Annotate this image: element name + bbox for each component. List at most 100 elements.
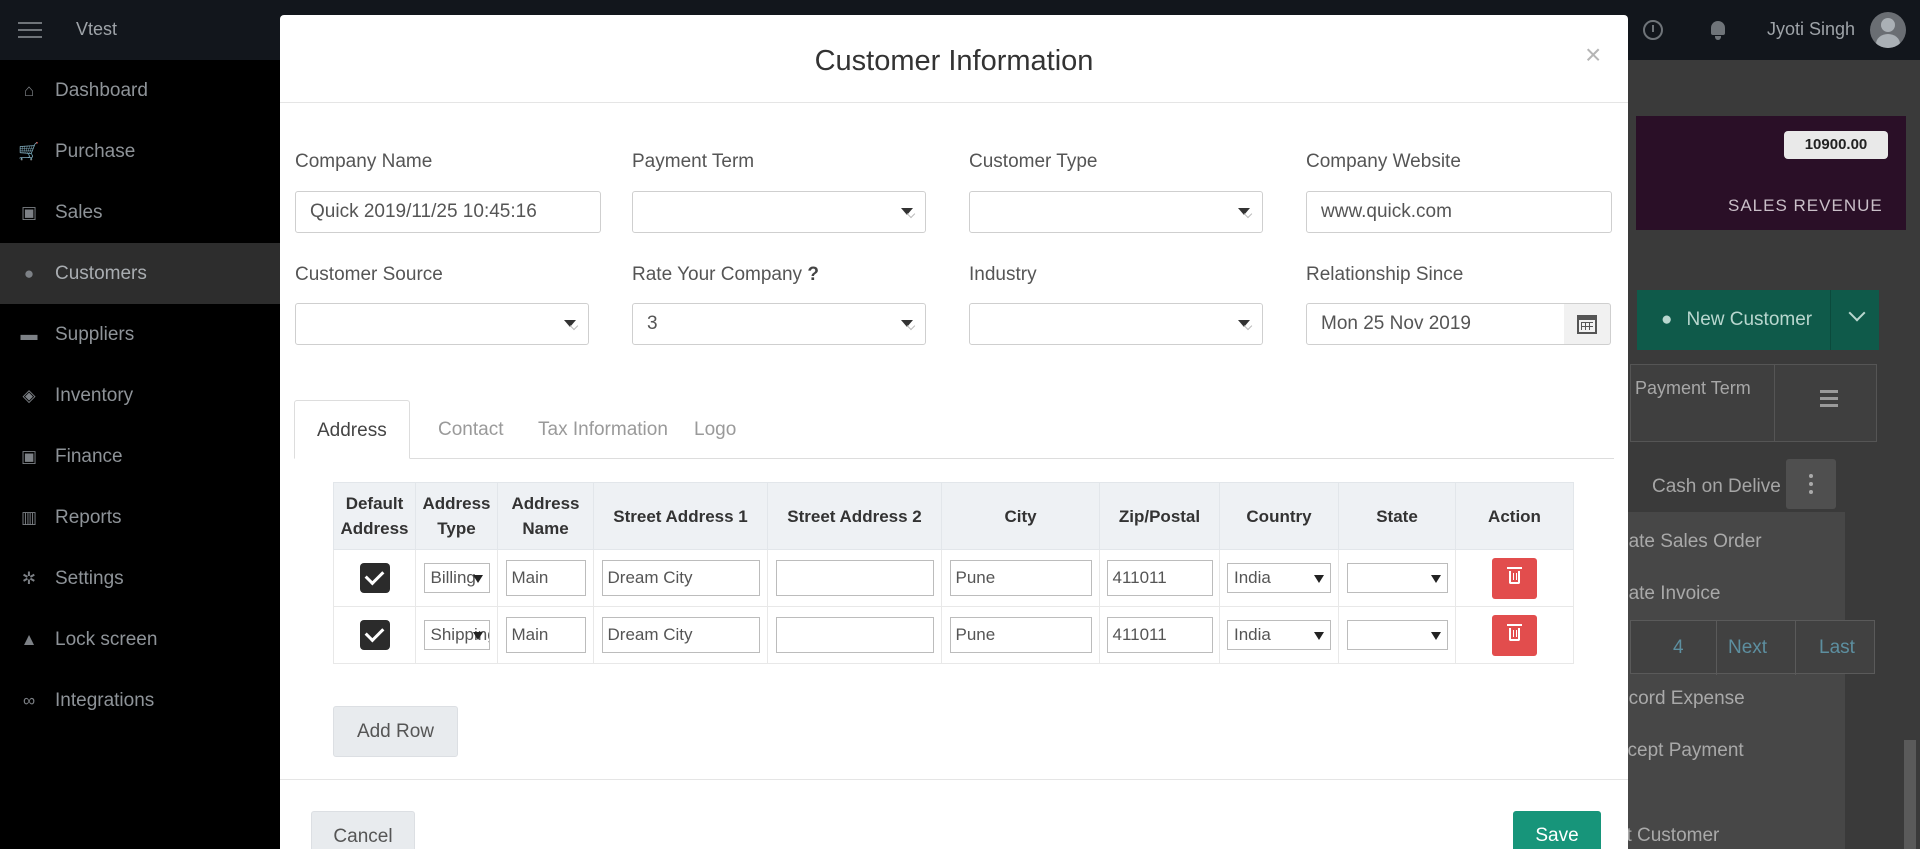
calendar-icon: [1577, 315, 1597, 334]
sidebar-item-purchase[interactable]: 🛒 Purchase: [0, 121, 280, 182]
address-name-input[interactable]: Main: [505, 617, 586, 653]
cancel-button[interactable]: Cancel: [311, 811, 415, 849]
country-select[interactable]: India: [1227, 563, 1331, 593]
city-input[interactable]: Pune: [949, 617, 1092, 653]
modal-header: Customer Information ×: [280, 15, 1628, 103]
col-address-name: Address Name: [497, 482, 594, 550]
sidebar-item-dashboard[interactable]: ⌂ Dashboard: [0, 60, 280, 121]
hamburger-menu-icon[interactable]: [18, 22, 42, 38]
cubes-icon: ◈: [22, 385, 36, 405]
new-customer-label: New Customer: [1686, 309, 1813, 330]
rate-company-select[interactable]: 3: [632, 303, 926, 345]
col-city: City: [941, 482, 1100, 550]
close-icon[interactable]: ×: [1585, 41, 1601, 69]
delete-row-button[interactable]: [1492, 614, 1537, 656]
help-icon[interactable]: ?: [807, 264, 819, 285]
calendar-button[interactable]: [1564, 303, 1611, 345]
sidebar-item-suppliers[interactable]: ▬ Suppliers: [0, 304, 280, 365]
industry-select[interactable]: [969, 303, 1263, 345]
default-address-checkbox[interactable]: [359, 563, 390, 593]
state-select[interactable]: [1346, 620, 1448, 650]
payment-term-select[interactable]: [632, 191, 926, 233]
sidebar-item-reports[interactable]: ▥ Reports: [0, 487, 280, 548]
address-type-select[interactable]: Billing: [423, 563, 490, 593]
sidebar-item-sales[interactable]: ▣ Sales: [0, 182, 280, 243]
sidebar-item-label: Integrations: [55, 689, 155, 711]
table-row: Shipping Main Dream City Pune 411011 Ind…: [333, 606, 1574, 664]
relationship-since-input[interactable]: Mon 25 Nov 2019: [1306, 303, 1565, 345]
bell-icon[interactable]: [1708, 19, 1728, 41]
cash-on-delivery-text: Cash on Delive: [1652, 476, 1781, 497]
new-customer-button[interactable]: ● New Customer: [1637, 290, 1879, 350]
next-page-link[interactable]: Next: [1728, 637, 1767, 659]
address-type-select[interactable]: Shipping: [423, 620, 490, 650]
dropdown-item-payment[interactable]: ccept Payment: [1618, 740, 1744, 762]
user-icon: ●: [23, 263, 35, 283]
city-input[interactable]: Pune: [949, 560, 1092, 596]
address-type-value: Billing: [430, 568, 476, 587]
col-street-address-2: Street Address 2: [767, 482, 942, 550]
save-button[interactable]: Save: [1513, 811, 1601, 849]
page-4-link[interactable]: 4: [1673, 637, 1684, 659]
street-address-2-input[interactable]: [775, 560, 934, 596]
industry-label: Industry: [969, 264, 1037, 285]
sidebar-item-inventory[interactable]: ◈ Inventory: [0, 365, 280, 426]
sidebar-item-settings[interactable]: ✲ Settings: [0, 548, 280, 609]
clock-icon[interactable]: [1643, 20, 1663, 40]
sidebar-item-integrations[interactable]: ∞ Integrations: [0, 670, 280, 731]
app-brand: Vtest: [76, 19, 118, 39]
tab-tax-information[interactable]: Tax Information: [516, 400, 690, 459]
delete-row-button[interactable]: [1492, 557, 1537, 599]
tab-address[interactable]: Address: [294, 400, 410, 459]
col-address-type: Address Type: [415, 482, 498, 550]
link-icon: ∞: [22, 690, 36, 710]
street-address-1-input[interactable]: Dream City: [601, 617, 760, 653]
street-address-2-input[interactable]: [775, 617, 934, 653]
tab-logo[interactable]: Logo: [672, 400, 758, 459]
address-name-input[interactable]: Main: [505, 560, 586, 596]
dropdown-item-sales-order[interactable]: eate Sales Order: [1618, 531, 1762, 553]
country-select[interactable]: India: [1227, 620, 1331, 650]
table-row: Billing Main Dream City Pune 411011 Indi…: [333, 549, 1574, 607]
tab-contact[interactable]: Contact: [416, 400, 525, 459]
company-website-input[interactable]: www.quick.com: [1306, 191, 1612, 233]
trash-icon: [1507, 566, 1522, 584]
dropdown-arrow-icon: [472, 575, 483, 583]
avatar[interactable]: [1870, 12, 1906, 48]
dropdown-arrow-icon: [1314, 632, 1324, 640]
truck-icon: ▬: [20, 324, 38, 344]
scrollbar[interactable]: [1904, 740, 1916, 849]
modal-footer-divider: [280, 779, 1628, 780]
dropdown-item-edit-customer[interactable]: lit Customer: [1618, 825, 1719, 847]
state-select[interactable]: [1346, 563, 1448, 593]
zip-input[interactable]: 411011: [1106, 560, 1213, 596]
user-name[interactable]: Jyoti Singh: [1767, 19, 1855, 40]
dropdown-arrow-icon: [901, 320, 913, 327]
add-row-button[interactable]: Add Row: [333, 706, 458, 757]
customer-type-select[interactable]: [969, 191, 1263, 233]
customer-information-modal: Customer Information × Company Name Quic…: [280, 15, 1628, 849]
default-address-checkbox[interactable]: [359, 620, 390, 650]
zip-input[interactable]: 411011: [1106, 617, 1213, 653]
dropdown-item-expense[interactable]: ecord Expense: [1618, 688, 1745, 710]
sidebar-item-lock-screen[interactable]: ▲ Lock screen: [0, 609, 280, 670]
money-icon: ▣: [20, 446, 38, 466]
customer-source-label: Customer Source: [295, 264, 443, 285]
sidebar-item-finance[interactable]: ▣ Finance: [0, 426, 280, 487]
street-address-1-input[interactable]: Dream City: [601, 560, 760, 596]
dropdown-item-invoice[interactable]: eate Invoice: [1618, 583, 1720, 605]
header-divider: [1774, 364, 1775, 442]
sidebar-item-customers[interactable]: ● Customers: [0, 243, 280, 304]
col-state: State: [1338, 482, 1456, 550]
money-icon: ▣: [20, 202, 38, 222]
sidebar-item-label: Finance: [55, 445, 123, 467]
row-actions-button[interactable]: [1786, 459, 1836, 509]
user-icon: ●: [1661, 309, 1673, 330]
chevron-down-icon[interactable]: [1848, 304, 1866, 322]
last-page-link[interactable]: Last: [1819, 637, 1855, 659]
company-name-input[interactable]: Quick 2019/11/25 10:45:16: [295, 191, 601, 233]
customer-source-select[interactable]: [295, 303, 589, 345]
home-icon: ⌂: [23, 80, 35, 100]
sidebar-item-label: Lock screen: [55, 628, 158, 650]
column-menu-icon[interactable]: [1820, 390, 1838, 411]
